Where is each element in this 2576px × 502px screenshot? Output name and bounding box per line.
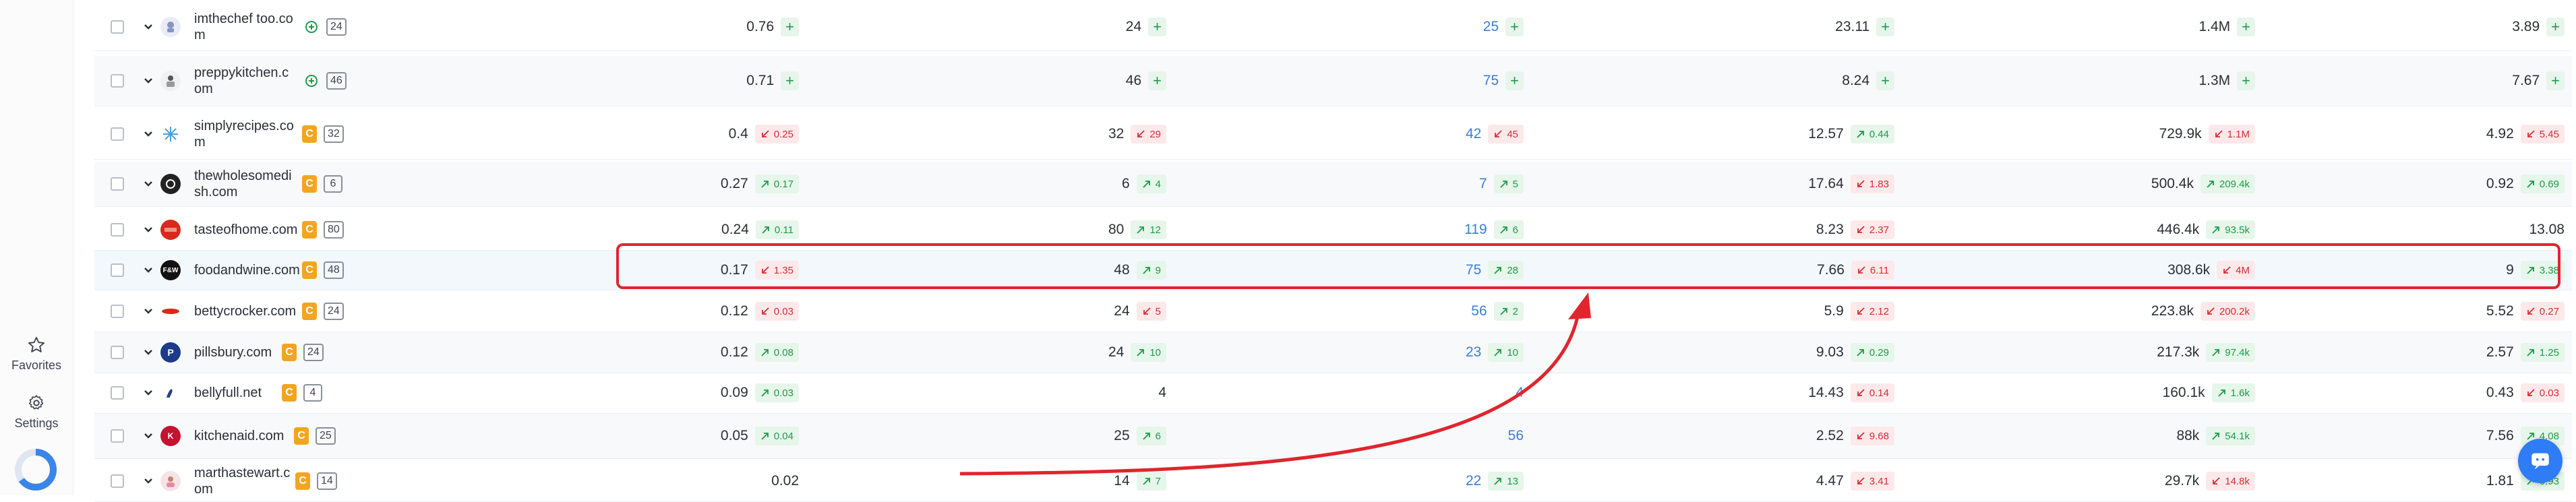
arrow-head-icon bbox=[1568, 292, 1591, 319]
annotation-arrow bbox=[959, 292, 1591, 476]
chat-icon bbox=[2532, 453, 2549, 470]
chat-support-button[interactable] bbox=[2518, 439, 2563, 483]
